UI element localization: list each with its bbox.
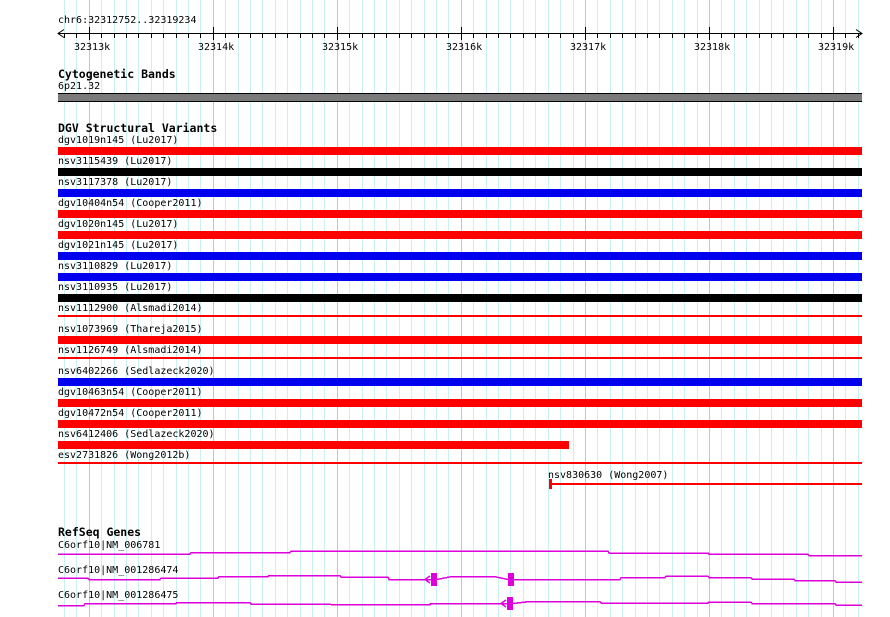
variant-label[interactable]: nsv3117378 (Lu2017) bbox=[58, 177, 172, 188]
variant-bar[interactable] bbox=[58, 210, 862, 218]
variant-bar[interactable] bbox=[58, 357, 862, 359]
variant-bar[interactable] bbox=[58, 147, 862, 155]
section-heading-dgv-structural-variants: DGV Structural Variants bbox=[58, 122, 217, 134]
variant-bar[interactable] bbox=[550, 483, 862, 485]
region-label: chr6:32312752..32319234 bbox=[58, 15, 196, 27]
ruler-tick-label: 32316k bbox=[446, 42, 482, 53]
gene-line[interactable] bbox=[58, 576, 862, 583]
variant-bar[interactable] bbox=[58, 252, 862, 260]
variant-bar[interactable] bbox=[58, 378, 862, 386]
cytoband-bar[interactable] bbox=[58, 93, 862, 102]
variant-label[interactable]: dgv1020n145 (Lu2017) bbox=[58, 219, 178, 230]
gene-line[interactable] bbox=[58, 551, 862, 556]
ruler-tick-label: 32315k bbox=[322, 42, 358, 53]
ruler-tick-label: 32314k bbox=[198, 42, 234, 53]
variant-label[interactable]: esv2731826 (Wong2012b) bbox=[58, 450, 190, 461]
gene-models-layer bbox=[58, 551, 862, 610]
gene-line[interactable] bbox=[58, 602, 862, 606]
variant-label[interactable]: nsv3110935 (Lu2017) bbox=[58, 282, 172, 293]
variant-bar[interactable] bbox=[58, 399, 862, 407]
variant-label[interactable]: nsv6402266 (Sedlazeck2020) bbox=[58, 366, 215, 377]
variant-bar[interactable] bbox=[58, 294, 862, 302]
variant-bar[interactable] bbox=[58, 420, 862, 428]
variant-label[interactable]: nsv3110829 (Lu2017) bbox=[58, 261, 172, 272]
gene-label[interactable]: C6orf10|NM_006781 bbox=[58, 540, 160, 551]
variant-bar[interactable] bbox=[58, 336, 862, 344]
variant-label[interactable]: dgv1019n145 (Lu2017) bbox=[58, 135, 178, 146]
variant-bar[interactable] bbox=[58, 315, 862, 317]
ruler-tick-label: 32319k bbox=[818, 42, 854, 53]
ruler-tick-label: 32313k bbox=[74, 42, 110, 53]
gene-exon[interactable] bbox=[507, 597, 513, 610]
gene-label[interactable]: C6orf10|NM_001286475 bbox=[58, 590, 178, 601]
genome-browser-panel: chr6:32312752..32319234 32313k 32314k 3231… bbox=[0, 0, 890, 617]
gene-exon[interactable] bbox=[508, 573, 514, 586]
ruler bbox=[58, 27, 862, 40]
variant-label[interactable]: dgv10463n54 (Cooper2011) bbox=[58, 387, 203, 398]
variant-label[interactable]: dgv10472n54 (Cooper2011) bbox=[58, 408, 203, 419]
variant-bar[interactable] bbox=[58, 231, 862, 239]
variant-label[interactable]: nsv1073969 (Thareja2015) bbox=[58, 324, 203, 335]
variant-label[interactable]: dgv10404n54 (Cooper2011) bbox=[58, 198, 203, 209]
section-heading-refseq-genes: RefSeq Genes bbox=[58, 526, 141, 538]
ruler-tick-label: 32318k bbox=[694, 42, 730, 53]
variant-bar[interactable] bbox=[58, 441, 569, 449]
variant-bar[interactable] bbox=[58, 189, 862, 197]
section-heading-cytogenetic-bands: Cytogenetic Bands bbox=[58, 68, 176, 80]
variant-bar[interactable] bbox=[58, 168, 862, 176]
variant-bar[interactable] bbox=[58, 273, 862, 281]
variant-label[interactable]: nsv3115439 (Lu2017) bbox=[58, 156, 172, 167]
variant-label[interactable]: dgv1021n145 (Lu2017) bbox=[58, 240, 178, 251]
variant-label[interactable]: nsv1126749 (Alsmadi2014) bbox=[58, 345, 203, 356]
ruler-tick-label: 32317k bbox=[570, 42, 606, 53]
variant-bar[interactable] bbox=[58, 462, 862, 464]
variant-label[interactable]: nsv830630 (Wong2007) bbox=[548, 470, 668, 481]
variant-label[interactable]: nsv1112900 (Alsmadi2014) bbox=[58, 303, 203, 314]
cytoband-label: 6p21.32 bbox=[58, 81, 100, 92]
gene-exon[interactable] bbox=[431, 573, 437, 586]
variant-label[interactable]: nsv6412406 (Sedlazeck2020) bbox=[58, 429, 215, 440]
gene-label[interactable]: C6orf10|NM_001286474 bbox=[58, 565, 178, 576]
